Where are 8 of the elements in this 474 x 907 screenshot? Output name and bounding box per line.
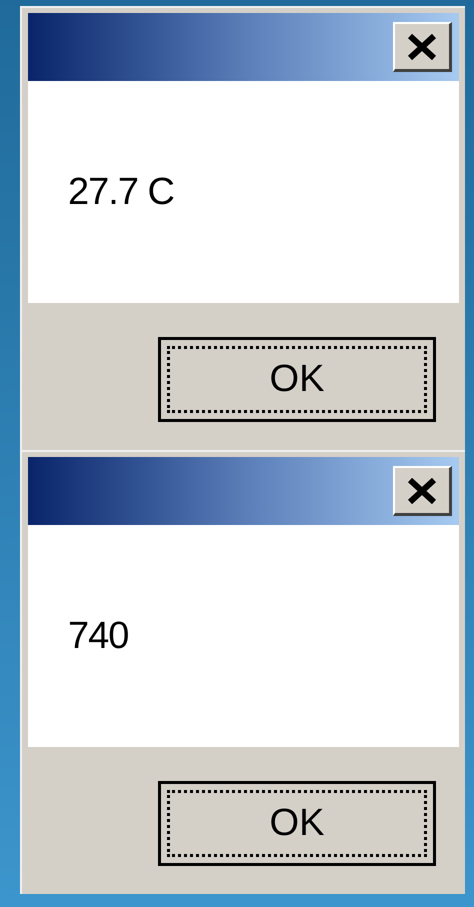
- ok-button[interactable]: OK: [158, 337, 436, 422]
- close-icon: [407, 34, 437, 60]
- message-text: 27.7 C: [68, 170, 174, 214]
- close-button[interactable]: [393, 466, 452, 516]
- ok-button[interactable]: OK: [158, 781, 436, 866]
- close-icon: [407, 478, 437, 504]
- close-button[interactable]: [393, 22, 452, 72]
- message-text: 740: [68, 614, 128, 658]
